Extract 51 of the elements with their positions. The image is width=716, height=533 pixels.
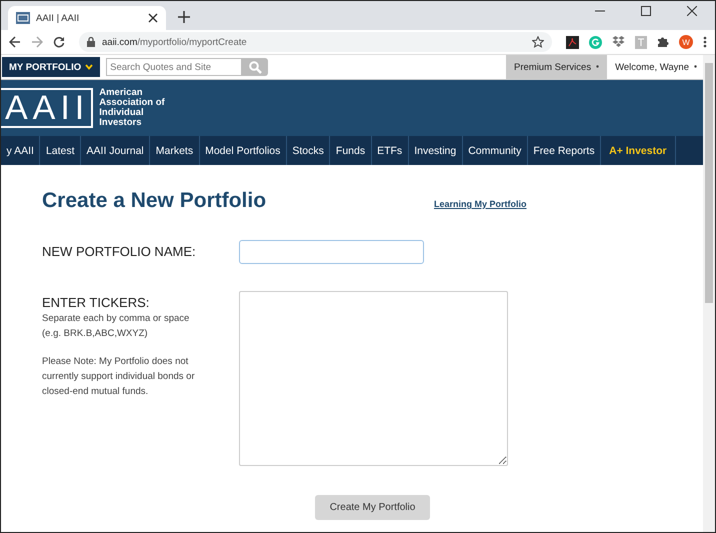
nav-link[interactable]: Funds (330, 136, 372, 165)
browser-tab[interactable]: AAII | AAII (8, 6, 166, 30)
hint-text: Separate each by comma or space (42, 312, 190, 326)
close-icon[interactable] (687, 6, 697, 16)
logo-text: American (99, 88, 144, 98)
nav-link[interactable]: Investing (408, 136, 463, 165)
portfolio-name-field[interactable] (239, 240, 424, 264)
box-extension-icon[interactable] (612, 36, 625, 48)
back-icon[interactable] (9, 36, 21, 48)
puzzle-icon[interactable] (657, 36, 669, 48)
nav-link[interactable]: Latest (40, 136, 82, 165)
help-link[interactable]: Learning My Portfolio (434, 199, 527, 209)
logo-text: Association of (99, 98, 165, 108)
nav-link[interactable]: Model Portfolios (200, 136, 287, 165)
new-tab-icon[interactable] (178, 11, 190, 23)
chevron-down-icon (85, 64, 94, 70)
my-portfolio-menu[interactable]: MY PORTFOLIO (2, 57, 100, 77)
premium-services-menu[interactable]: Premium Services (506, 55, 608, 79)
logo-text: Investors (99, 118, 142, 128)
reload-icon[interactable] (53, 36, 65, 48)
address-field[interactable]: aaii.com/myportfolio/myportCreate (79, 32, 552, 52)
lock-icon (87, 37, 95, 47)
create-portfolio-button[interactable]: Create My Portfolio (315, 495, 430, 520)
logo-mark[interactable]: AAII (1, 88, 94, 128)
nav-link[interactable]: A+ Investor (601, 136, 676, 165)
logo-text: Individual (99, 108, 145, 118)
note-text: Please Note: My Portfolio does not currently support individual bonds or closed-end mutual funds. (42, 355, 196, 399)
nav-link[interactable]: Stocks (286, 136, 330, 165)
scrollbar[interactable] (703, 55, 715, 532)
dropdown-icon (596, 65, 600, 68)
search-field[interactable]: Search Quotes and Site (106, 58, 242, 76)
field-label: NEW PORTFOLIO NAME: (42, 244, 197, 259)
pdf-extension-icon[interactable] (566, 36, 579, 48)
hint-text: (e.g. BRK.B,ABC,WXYZ) (42, 327, 149, 341)
nav-link[interactable]: Community (462, 136, 528, 165)
close-tab-icon[interactable] (148, 13, 158, 23)
menu-icon[interactable] (703, 36, 707, 48)
nav-link[interactable]: AAII Journal (81, 136, 150, 165)
nav-link[interactable]: Free Reports (528, 136, 602, 165)
search-icon (248, 60, 262, 74)
nav-link[interactable]: ETFs (372, 136, 409, 165)
star-icon[interactable] (532, 36, 544, 48)
site-favicon-icon (16, 12, 30, 24)
maximize-icon[interactable] (641, 6, 651, 16)
dropdown-icon (694, 65, 697, 68)
field-label: ENTER TICKERS: (42, 295, 150, 310)
profile-avatar[interactable]: W (679, 35, 693, 49)
page-title: Create a New Portfolio (42, 189, 268, 213)
nav-link[interactable]: y AAII (1, 136, 40, 165)
nav-link[interactable]: Markets (150, 136, 200, 165)
tickers-field[interactable] (239, 291, 508, 466)
